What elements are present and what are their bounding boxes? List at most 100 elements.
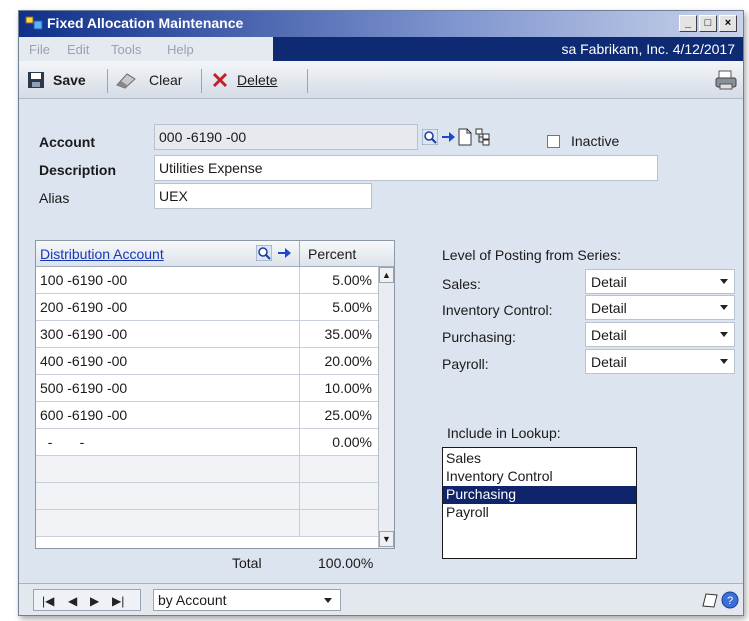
description-field[interactable]: Utilities Expense bbox=[154, 155, 658, 181]
row-account[interactable]: 100 -6190 -00 bbox=[40, 272, 127, 288]
minimize-button[interactable]: _ bbox=[679, 15, 697, 32]
table-row[interactable] bbox=[36, 510, 378, 537]
scroll-down-arrow-icon[interactable]: ▼ bbox=[379, 531, 394, 547]
posting-level-heading: Level of Posting from Series: bbox=[442, 247, 621, 263]
scroll-up-arrow-icon[interactable]: ▲ bbox=[379, 267, 394, 283]
posting-purchasing-label: Purchasing: bbox=[442, 329, 516, 345]
next-record-icon[interactable]: ▶ bbox=[90, 594, 99, 608]
include-lookup-heading: Include in Lookup: bbox=[447, 425, 561, 441]
select-value: Detail bbox=[591, 274, 627, 290]
row-account[interactable]: 200 -6190 -00 bbox=[40, 299, 127, 315]
save-button[interactable]: Save bbox=[53, 72, 86, 88]
posting-sales-select[interactable]: Detail bbox=[585, 269, 735, 294]
menu-edit[interactable]: Edit bbox=[67, 42, 89, 57]
last-record-icon[interactable]: ▶| bbox=[112, 594, 124, 608]
list-item[interactable]: Sales bbox=[443, 450, 636, 468]
grid-go-to-arrow-icon[interactable] bbox=[276, 245, 292, 261]
row-account[interactable]: 500 -6190 -00 bbox=[40, 380, 127, 396]
menu-help[interactable]: Help bbox=[167, 42, 194, 57]
delete-button[interactable]: Delete bbox=[237, 72, 277, 88]
table-row[interactable] bbox=[36, 456, 378, 483]
maximize-button[interactable]: □ bbox=[699, 15, 717, 32]
dropdown-arrow-icon[interactable] bbox=[720, 279, 728, 284]
dropdown-arrow-icon[interactable] bbox=[324, 598, 332, 603]
cell-divider bbox=[299, 348, 300, 375]
table-row[interactable]: 200 -6190 -00 5.00% bbox=[36, 294, 378, 321]
select-value: Detail bbox=[591, 327, 627, 343]
table-row[interactable]: 500 -6190 -00 10.00% bbox=[36, 375, 378, 402]
row-percent[interactable]: 5.00% bbox=[332, 272, 372, 288]
svg-text:?: ? bbox=[727, 595, 733, 607]
dropdown-arrow-icon[interactable] bbox=[720, 359, 728, 364]
cell-divider bbox=[299, 429, 300, 456]
close-button[interactable]: × bbox=[719, 15, 737, 32]
list-item[interactable]: Payroll bbox=[443, 504, 636, 522]
clear-eraser-icon bbox=[116, 73, 136, 89]
toolbar-separator bbox=[307, 69, 308, 93]
select-value: Detail bbox=[591, 354, 627, 370]
row-percent[interactable]: 25.00% bbox=[325, 407, 372, 423]
cell-divider bbox=[299, 294, 300, 321]
title-bar: Fixed Allocation Maintenance _ □ × bbox=[19, 11, 743, 37]
posting-inventory-select[interactable]: Detail bbox=[585, 295, 735, 320]
table-row[interactable]: 300 -6190 -00 35.00% bbox=[36, 321, 378, 348]
posting-sales-label: Sales: bbox=[442, 276, 481, 292]
record-navigation: |◀ ◀ ▶ ▶| bbox=[33, 589, 141, 611]
row-percent[interactable]: 10.00% bbox=[325, 380, 372, 396]
posting-payroll-select[interactable]: Detail bbox=[585, 349, 735, 374]
fixed-allocation-window: Fixed Allocation Maintenance _ □ × File … bbox=[18, 10, 744, 616]
alias-field[interactable]: UEX bbox=[154, 183, 372, 209]
list-item[interactable]: Inventory Control bbox=[443, 468, 636, 486]
posting-purchasing-select[interactable]: Detail bbox=[585, 322, 735, 347]
include-lookup-list[interactable]: Sales Inventory Control Purchasing Payro… bbox=[442, 447, 637, 559]
help-icon[interactable]: ? bbox=[721, 591, 739, 609]
table-row[interactable]: 100 -6190 -00 5.00% bbox=[36, 267, 378, 294]
sort-by-value: by Account bbox=[158, 592, 227, 608]
delete-x-icon bbox=[212, 72, 228, 88]
row-account[interactable]: 600 -6190 -00 bbox=[40, 407, 127, 423]
row-percent[interactable]: 20.00% bbox=[325, 353, 372, 369]
row-percent[interactable]: 35.00% bbox=[325, 326, 372, 342]
row-account[interactable]: - - bbox=[40, 434, 85, 450]
grid-scrollbar[interactable]: ▲ ▼ bbox=[378, 267, 394, 548]
total-label: Total bbox=[232, 555, 262, 571]
cell-divider bbox=[299, 267, 300, 294]
hierarchy-icon[interactable] bbox=[475, 128, 491, 146]
total-value: 100.00% bbox=[318, 555, 374, 571]
row-percent[interactable]: 5.00% bbox=[332, 299, 372, 315]
table-row[interactable] bbox=[36, 483, 378, 510]
account-field[interactable]: 000 -6190 -00 bbox=[154, 124, 418, 150]
posting-payroll-label: Payroll: bbox=[442, 356, 489, 372]
menu-tools[interactable]: Tools bbox=[111, 42, 141, 57]
dropdown-arrow-icon[interactable] bbox=[720, 332, 728, 337]
row-account[interactable]: 400 -6190 -00 bbox=[40, 353, 127, 369]
table-row[interactable]: - - 0.00% bbox=[36, 429, 378, 456]
table-row[interactable]: 400 -6190 -00 20.00% bbox=[36, 348, 378, 375]
cell-divider bbox=[299, 456, 300, 483]
toolbar-separator bbox=[107, 69, 108, 93]
row-account[interactable]: 300 -6190 -00 bbox=[40, 326, 127, 342]
distribution-account-column-header[interactable]: Distribution Account bbox=[40, 246, 164, 262]
previous-record-icon[interactable]: ◀ bbox=[68, 594, 77, 608]
first-record-icon[interactable]: |◀ bbox=[42, 594, 54, 608]
menu-file[interactable]: File bbox=[29, 42, 50, 57]
new-document-icon[interactable] bbox=[458, 128, 472, 146]
dropdown-arrow-icon[interactable] bbox=[720, 305, 728, 310]
table-row[interactable]: 600 -6190 -00 25.00% bbox=[36, 402, 378, 429]
cell-divider bbox=[299, 483, 300, 510]
save-icon bbox=[28, 72, 44, 88]
cell-divider bbox=[299, 510, 300, 537]
inactive-checkbox[interactable] bbox=[547, 135, 560, 148]
alias-label: Alias bbox=[39, 190, 70, 206]
clear-button[interactable]: Clear bbox=[149, 72, 182, 88]
sort-by-select[interactable]: by Account bbox=[153, 589, 341, 611]
list-item[interactable]: Purchasing bbox=[443, 486, 636, 504]
lookup-magnifier-icon[interactable] bbox=[422, 129, 438, 145]
grid-lookup-magnifier-icon[interactable] bbox=[256, 245, 272, 261]
menu-bar: File Edit Tools Help sa Fabrikam, Inc. 4… bbox=[19, 37, 743, 61]
row-percent[interactable]: 0.00% bbox=[332, 434, 372, 450]
note-icon[interactable] bbox=[701, 591, 719, 609]
print-icon[interactable] bbox=[715, 69, 737, 91]
go-to-arrow-icon[interactable] bbox=[440, 129, 456, 145]
cell-divider bbox=[299, 402, 300, 429]
